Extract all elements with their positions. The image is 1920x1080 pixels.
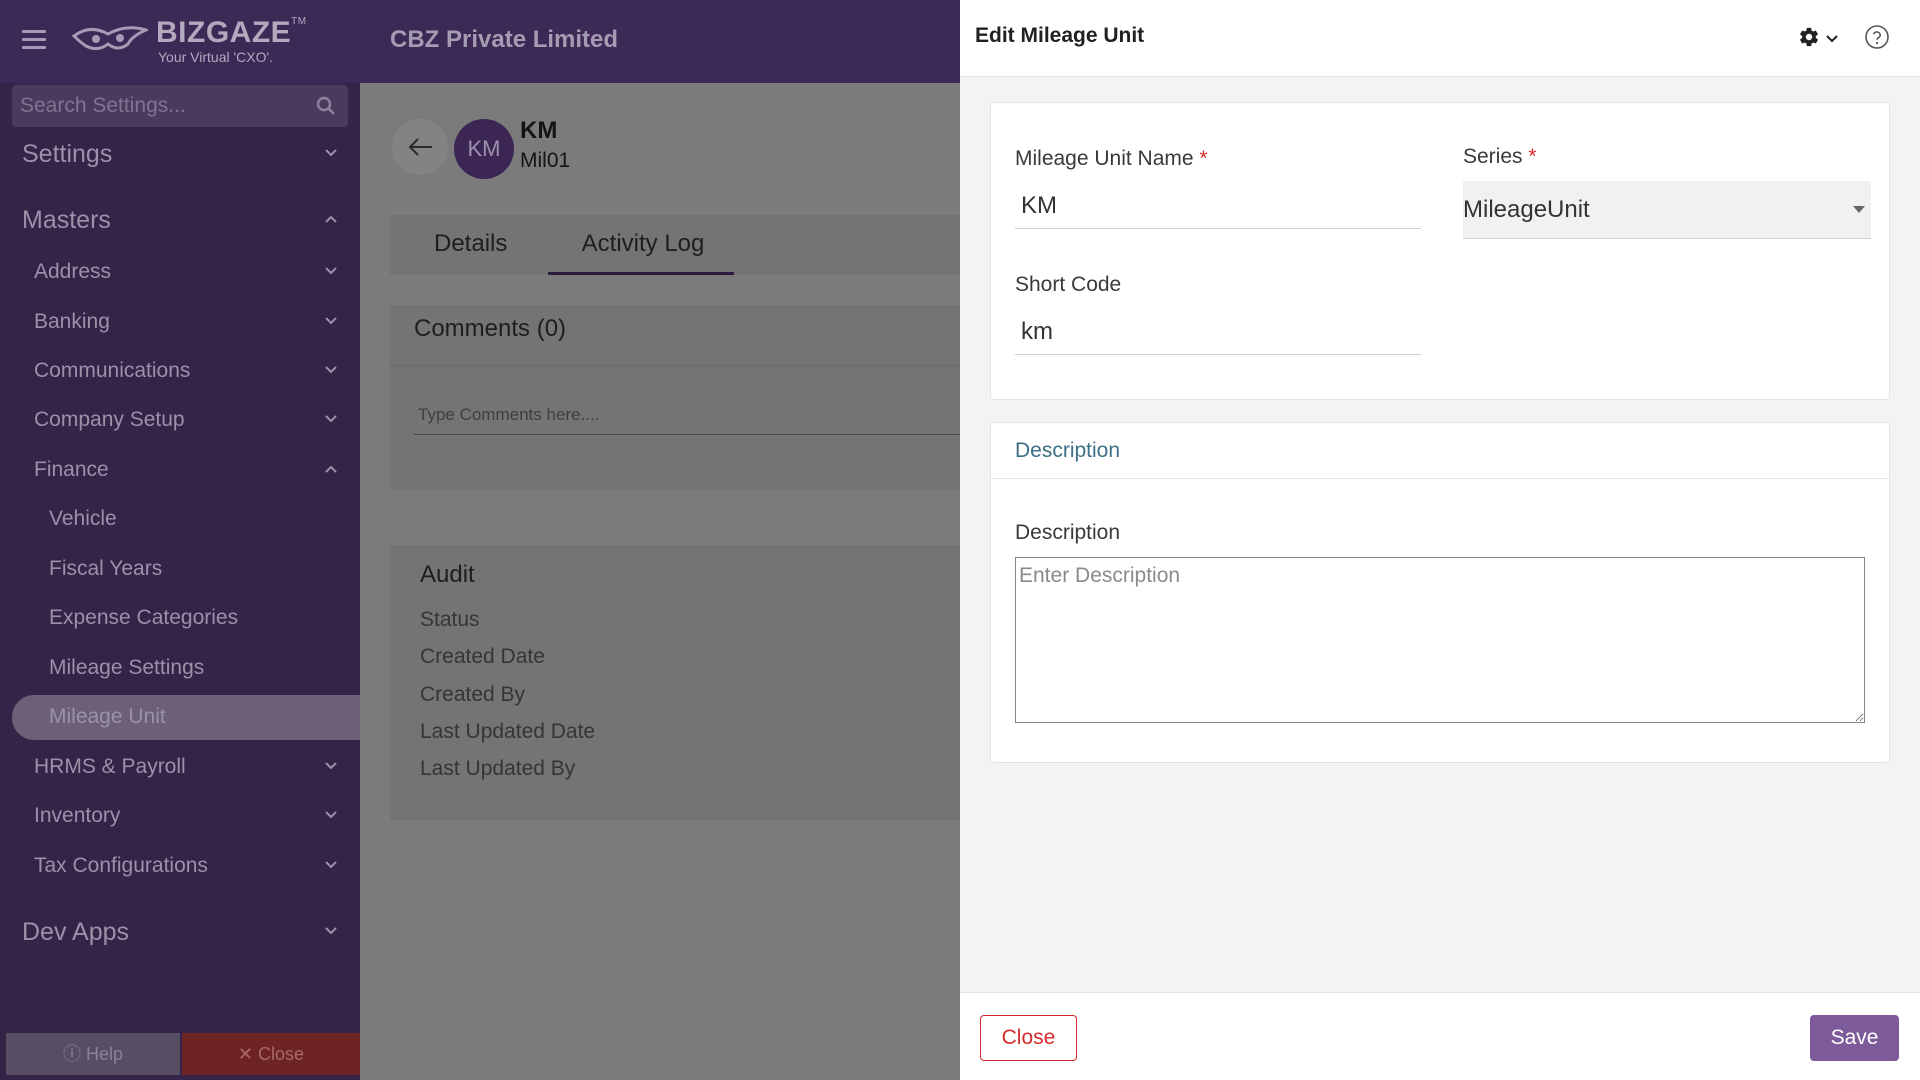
- description-card: Description Description: [990, 422, 1890, 763]
- chevron-down-icon: [1826, 35, 1838, 43]
- chevron-down-icon: [325, 762, 337, 770]
- sidebar-item-company-setup[interactable]: Company Setup: [34, 400, 338, 440]
- record-title: KM: [520, 117, 558, 144]
- audit-row-last-updated-by: Last Updated By: [420, 757, 576, 780]
- sidebar-item-address[interactable]: Address: [34, 252, 338, 292]
- short-code-label: Short Code: [1015, 273, 1122, 296]
- series-label: Series *: [1463, 145, 1537, 168]
- audit-row-created-date: Created Date: [420, 645, 545, 668]
- sidebar-item-masters[interactable]: Masters: [22, 200, 338, 240]
- mileage-unit-form-card: Mileage Unit Name * Series * MileageUnit…: [990, 102, 1890, 400]
- audit-row-created-by: Created By: [420, 683, 526, 706]
- audit-row-last-updated-date: Last Updated Date: [420, 720, 596, 743]
- sidebar-item-expense-categories[interactable]: Expense Categories: [49, 598, 338, 638]
- sidebar-item-fiscal-years[interactable]: Fiscal Years: [49, 549, 338, 589]
- settings-sidebar: Settings Masters Address Banking Communi…: [0, 83, 360, 1080]
- description-section-title: Description: [1015, 439, 1121, 462]
- company-name: CBZ Private Limited: [390, 26, 619, 53]
- divider: [390, 365, 960, 366]
- gear-icon: [1800, 27, 1818, 47]
- logo-wordmark: BIZGAZETM: [156, 16, 307, 49]
- hamburger-menu-icon[interactable]: [22, 30, 46, 52]
- settings-dropdown[interactable]: [1798, 26, 1842, 50]
- help-circle-icon[interactable]: [1864, 24, 1890, 50]
- chevron-down-icon: [325, 267, 337, 275]
- sidebar-close-button[interactable]: ✕ Close: [182, 1033, 360, 1075]
- tab-activity-log[interactable]: Activity Log: [550, 215, 736, 275]
- back-button[interactable]: [392, 119, 448, 175]
- series-select[interactable]: MileageUnit: [1463, 181, 1871, 239]
- avatar: KM: [454, 119, 514, 179]
- help-circle-icon: ⓘ: [62, 1044, 81, 1064]
- chevron-down-icon: [325, 861, 337, 869]
- sidebar-item-vehicle[interactable]: Vehicle: [49, 499, 338, 539]
- panel-header: Edit Mileage Unit: [960, 0, 1920, 77]
- search-icon[interactable]: [316, 96, 336, 116]
- search-settings-input[interactable]: [12, 85, 312, 127]
- chevron-down-icon: [325, 366, 337, 374]
- audit-card: Audit Status Created Date Created By Las…: [390, 545, 960, 820]
- sidebar-item-mileage-settings[interactable]: Mileage Settings: [49, 648, 338, 688]
- edit-mileage-unit-panel: Edit Mileage Unit Mileage Unit Name * Se…: [960, 0, 1920, 1080]
- arrow-left-icon: [408, 138, 432, 156]
- save-button[interactable]: Save: [1810, 1015, 1899, 1061]
- chevron-down-icon: [325, 149, 337, 157]
- description-label: Description: [1015, 521, 1121, 544]
- top-bar: BIZGAZETM Your Virtual 'CXO'. CBZ Privat…: [0, 0, 960, 83]
- mileage-unit-name-label: Mileage Unit Name *: [1015, 147, 1208, 170]
- sidebar-search: [12, 85, 348, 127]
- chevron-down-icon: [325, 317, 337, 325]
- close-button[interactable]: Close: [980, 1015, 1077, 1061]
- comments-title: Comments (0): [414, 315, 567, 342]
- owl-logo-icon: [72, 26, 148, 51]
- short-code-input[interactable]: [1015, 309, 1421, 355]
- logo-tagline: Your Virtual 'CXO'.: [158, 49, 274, 65]
- tab-details[interactable]: Details: [434, 215, 507, 275]
- panel-footer: Close Save: [960, 992, 1920, 1080]
- sidebar-item-banking[interactable]: Banking: [34, 302, 338, 342]
- sidebar-item-mileage-unit[interactable]: Mileage Unit: [49, 697, 338, 737]
- description-section-header[interactable]: Description: [991, 423, 1889, 479]
- active-tab-indicator: [548, 272, 734, 275]
- main-content: KM KM Mil01 Details Activity Log Comment…: [360, 83, 960, 1080]
- sidebar-item-tax-configurations[interactable]: Tax Configurations: [34, 846, 338, 886]
- sidebar-footer: ⓘ Help ✕ Close: [6, 1033, 360, 1075]
- sidebar-item-settings[interactable]: Settings: [22, 134, 338, 174]
- sidebar-help-button[interactable]: ⓘ Help: [6, 1033, 180, 1075]
- audit-title: Audit: [420, 561, 475, 588]
- close-icon: ✕: [237, 1044, 254, 1064]
- chevron-up-icon: [325, 465, 337, 473]
- sidebar-item-finance[interactable]: Finance: [34, 450, 338, 490]
- panel-title: Edit Mileage Unit: [975, 24, 1145, 47]
- sidebar-item-dev-apps[interactable]: Dev Apps: [22, 912, 338, 952]
- mileage-unit-name-input[interactable]: [1015, 183, 1421, 229]
- comment-input[interactable]: [414, 395, 960, 435]
- sidebar-item-hrms-payroll[interactable]: HRMS & Payroll: [34, 747, 338, 787]
- caret-down-icon: [1853, 206, 1865, 213]
- description-textarea[interactable]: [1015, 557, 1865, 723]
- comments-card: Comments (0): [390, 305, 960, 490]
- record-tabs: Details Activity Log: [390, 215, 960, 275]
- sidebar-item-communications[interactable]: Communications: [34, 351, 338, 391]
- chevron-down-icon: [325, 415, 337, 423]
- audit-row-status: Status: [420, 608, 480, 631]
- sidebar-item-inventory[interactable]: Inventory: [34, 796, 338, 836]
- chevron-up-icon: [325, 215, 337, 223]
- chevron-down-icon: [325, 811, 337, 819]
- chevron-down-icon: [325, 927, 337, 935]
- record-code: Mil01: [520, 149, 571, 172]
